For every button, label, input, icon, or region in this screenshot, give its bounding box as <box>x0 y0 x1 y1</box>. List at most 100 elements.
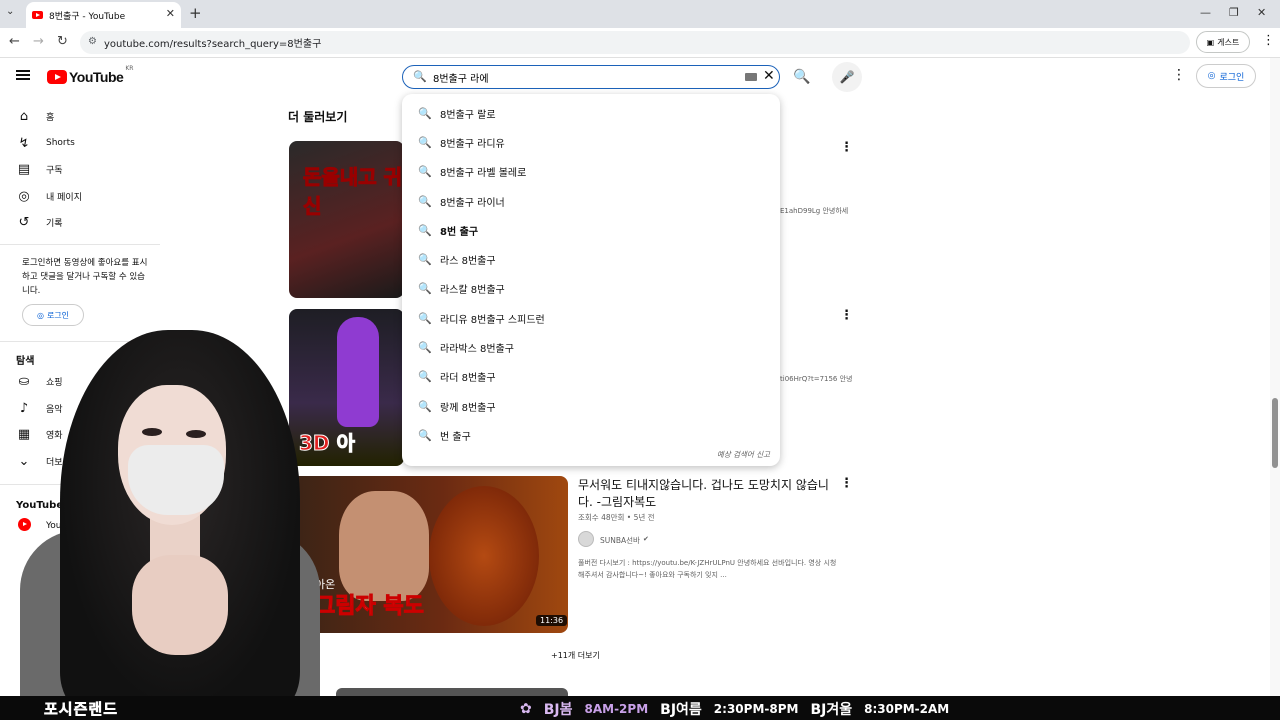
suggestion-text: 8번출구 라이너 <box>440 197 505 209</box>
minimize-icon[interactable]: — <box>1200 6 1211 19</box>
suggestion-item[interactable]: 🔍 라더 8번출구 <box>418 367 496 385</box>
guest-label: 게스트 <box>1217 37 1240 47</box>
suggestion-text: 8번 출구 <box>440 226 479 238</box>
account-icon: ◎ <box>36 310 44 320</box>
search-input[interactable] <box>433 69 733 85</box>
search-icon: 🔍 <box>418 281 432 295</box>
sign-in-note: 로그인하면 동영상에 좋아요를 표시하고 댓글을 달거나 구독할 수 있습니다. <box>22 258 148 296</box>
search-box: 🔍 ✕ <box>402 65 780 89</box>
history-icon: ↺ <box>18 214 30 230</box>
suggestion-item[interactable]: 🔍 8번출구 랄로 <box>418 104 496 122</box>
show-more-button[interactable]: +11개 더보기 <box>551 650 600 661</box>
suggestion-item[interactable]: 🔍 8번출구 라디유 <box>418 133 505 151</box>
section-title: 더 둘러보기 <box>288 110 348 124</box>
schedule-winter-label: BJ겨울 <box>810 702 853 718</box>
suggestion-text: 라스칼 8번출구 <box>440 284 505 296</box>
suggestion-item[interactable]: 🔍 라스 8번출구 <box>418 250 496 268</box>
youtube-play-icon <box>47 70 67 84</box>
sign-in-button[interactable]: ◎ 로그인 <box>1196 64 1256 88</box>
suggestion-item[interactable]: 🔍 8번 출구 <box>418 221 478 239</box>
search-icon: 🔍 <box>418 311 432 325</box>
search-icon: 🔍 <box>793 69 811 85</box>
sidebar-item-subscriptions[interactable]: ▤ 구독 <box>16 159 63 179</box>
search-suggestions: 🔍 8번출구 랄로 🔍 8번출구 라디유 🔍 8번출구 라벨 볼레로 🔍 8번출구 라이… <box>402 94 780 466</box>
scrollbar-thumb[interactable] <box>1272 398 1278 468</box>
tab-close-icon[interactable]: ✕ <box>166 7 175 20</box>
sidebar-item-label: 홈 <box>46 112 55 123</box>
video-menu-icon[interactable]: ⋮ <box>840 476 853 491</box>
video-thumbnail[interactable]: 돈을내고 귀신 <box>289 141 404 298</box>
suggestion-text: 8번출구 랄로 <box>440 109 496 121</box>
streamer-eye <box>142 428 162 436</box>
thumbnail-text: 돈을내고 귀신 <box>303 165 403 219</box>
video-thumbnail[interactable] <box>336 688 568 696</box>
page-scrollbar[interactable] <box>1270 58 1280 696</box>
voice-search-button[interactable]: 🎤 <box>832 62 862 92</box>
video-menu-icon[interactable]: ⋮ <box>840 140 853 155</box>
logo-region: KR <box>125 65 134 72</box>
video-title[interactable]: 무서워도 티내지않습니다. 겁나도 도망치지 않습니다. -그림자복도 <box>578 477 830 511</box>
suggestion-text: 8번출구 라벨 볼레로 <box>440 167 527 179</box>
suggestion-item[interactable]: 🔍 8번출구 라벨 볼레로 <box>418 162 526 180</box>
keyboard-icon[interactable] <box>745 73 757 81</box>
sidebar-item-history[interactable]: ↺ 기록 <box>16 212 63 232</box>
flower-icon: ✿ <box>520 701 532 717</box>
shorts-icon: ↯ <box>18 135 30 151</box>
forward-icon[interactable]: → <box>33 34 44 49</box>
search-icon: 🔍 <box>418 428 432 442</box>
window-close-icon[interactable]: ✕ <box>1257 6 1266 19</box>
sign-in-label: 로그인 <box>46 310 70 320</box>
suggestion-text: 라디유 8번출구 스피드런 <box>440 314 545 326</box>
sidebar-item-you[interactable]: ◎ 내 페이지 <box>16 186 82 206</box>
search-button[interactable]: 🔍 <box>786 65 818 89</box>
video-menu-icon[interactable]: ⋮ <box>840 308 853 323</box>
suggestion-item[interactable]: 🔍 번 출구 <box>418 426 471 444</box>
suggestion-text: 라라박스 8번출구 <box>440 343 514 355</box>
schedule-spring-time: 8AM-2PM <box>584 702 649 716</box>
suggestion-item[interactable]: 🔍 랑께 8번출구 <box>418 397 496 415</box>
logo-text: YouTube <box>69 69 124 85</box>
suggestion-item[interactable]: 🔍 라디유 8번출구 스피드런 <box>418 309 545 327</box>
webcam-overlay <box>0 320 340 696</box>
site-info-icon[interactable]: ⚙ <box>88 36 97 47</box>
youtube-logo[interactable]: YouTube KR <box>47 65 133 85</box>
thumbnail-person <box>339 491 429 601</box>
sidebar-item-shorts[interactable]: ↯ Shorts <box>16 133 75 153</box>
clear-search-icon[interactable]: ✕ <box>763 68 775 84</box>
channel-name[interactable]: SUNBA선바 <box>600 535 640 546</box>
suggestion-item[interactable]: 🔍 라스칼 8번출구 <box>418 279 505 297</box>
suggestion-text: 번 출구 <box>440 431 471 443</box>
guest-profile-button[interactable]: ▣ 게스트 <box>1196 31 1250 53</box>
search-icon: 🔍 <box>418 135 432 149</box>
sign-in-label: 로그인 <box>1219 72 1245 83</box>
sidebar-item-home[interactable]: ⌂ 홈 <box>16 106 54 126</box>
search-icon: 🔍 <box>418 252 432 266</box>
report-suggestions-link[interactable]: 예상 검색어 신고 <box>717 449 770 460</box>
back-icon[interactable]: ← <box>9 34 20 49</box>
channel-avatar[interactable] <box>578 531 594 547</box>
subscriptions-icon: ▤ <box>17 161 31 177</box>
youtube-header: YouTube KR 🔍 ✕ 🔍 🎤 ⋮ ◎ 로그인 <box>0 58 1270 96</box>
reload-icon[interactable]: ↻ <box>57 34 68 49</box>
video-description: E1ahD99Lg 안녕하세 <box>780 207 849 215</box>
schedule-spring-label: BJ봄 <box>543 702 573 718</box>
tab-search-icon[interactable]: ⌄ <box>6 6 14 17</box>
suggestion-item[interactable]: 🔍 라라박스 8번출구 <box>418 338 514 356</box>
browser-menu-icon[interactable]: ⋮ <box>1262 33 1275 48</box>
schedule: ✿ BJ봄 8AM-2PM BJ여름 2:30PM-8PM BJ겨울 8:30P… <box>520 699 949 719</box>
suggestion-text: 라스 8번출구 <box>440 255 496 267</box>
browser-tab[interactable]: 8번출구 - YouTube ✕ <box>26 2 181 28</box>
sidebar-item-label: 구독 <box>46 165 63 176</box>
suggestion-item[interactable]: 🔍 8번출구 라이너 <box>418 192 505 210</box>
search-icon: 🔍 <box>418 369 432 383</box>
address-bar[interactable]: ⚙ youtube.com/results?search_query=8번출구 <box>80 31 1190 54</box>
menu-icon[interactable] <box>16 70 30 80</box>
search-icon: 🔍 <box>418 164 432 178</box>
new-tab-icon[interactable]: + <box>189 4 202 22</box>
sidebar-item-label: 내 페이지 <box>46 192 82 203</box>
search-icon: 🔍 <box>418 223 432 237</box>
home-icon: ⌂ <box>19 108 29 124</box>
settings-menu-icon[interactable]: ⋮ <box>1172 67 1186 83</box>
maximize-icon[interactable]: ❐ <box>1229 6 1239 19</box>
schedule-summer-label: BJ여름 <box>660 702 702 718</box>
